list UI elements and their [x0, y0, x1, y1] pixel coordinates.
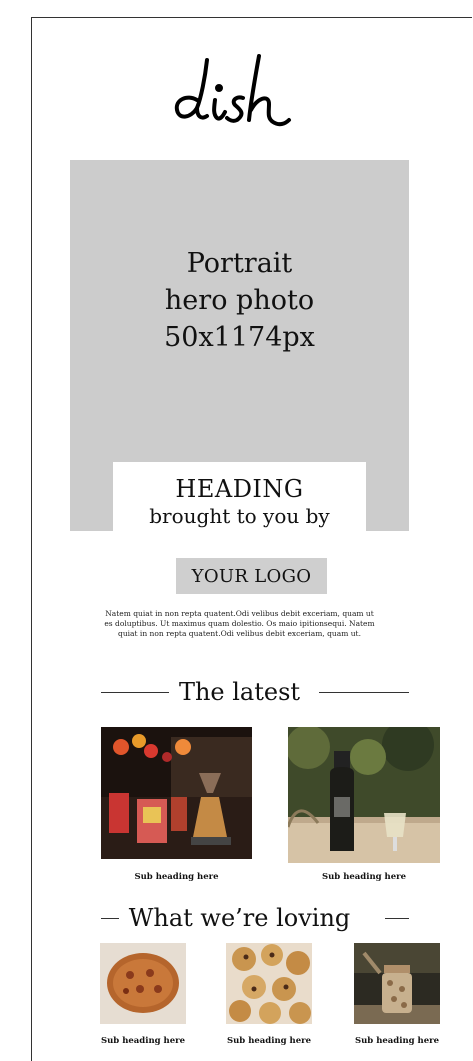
hero-heading-box: HEADING brought to you by — [113, 462, 366, 531]
loving-item-caption-1[interactable]: Sub heading here — [86, 1036, 200, 1046]
hero-photo-placeholder[interactable]: Portrait hero photo 50x1174px HEADING br… — [70, 160, 409, 531]
intro-line: quiat in non repta quatent.Odi velibus d… — [118, 629, 361, 638]
brand-logo[interactable] — [0, 38, 473, 137]
pizza-photo-icon — [100, 943, 186, 1024]
jar-photo-icon — [354, 943, 440, 1024]
hero-placeholder-line: hero photo — [164, 285, 315, 316]
hero-subheading: brought to you by — [149, 504, 330, 528]
wine-table-photo-icon — [288, 727, 440, 863]
loving-item-caption-2[interactable]: Sub heading here — [212, 1036, 326, 1046]
latest-item-image-2[interactable] — [288, 727, 440, 863]
loving-item-image-3[interactable] — [354, 943, 440, 1024]
cookies-photo-icon — [226, 943, 312, 1024]
latest-item-caption-1[interactable]: Sub heading here — [101, 872, 252, 882]
hero-placeholder-line: Portrait — [186, 248, 293, 279]
dish-script-logo-icon — [174, 54, 291, 127]
sponsor-logo-placeholder[interactable]: YOUR LOGO — [176, 558, 327, 594]
divider-line — [385, 918, 409, 919]
intro-paragraph: Natem quiat in non repta quatent.Odi vel… — [78, 609, 401, 639]
intro-line: Natem quiat in non repta quatent.Odi vel… — [105, 609, 374, 618]
coffee-bar-photo-icon — [101, 727, 252, 859]
section-latest-title: The latest — [70, 677, 409, 707]
hero-heading: HEADING — [175, 475, 304, 503]
intro-line: es doluptibus. Ut maximus quam dolestio.… — [104, 619, 375, 628]
loving-item-image-1[interactable] — [100, 943, 186, 1024]
loving-item-image-2[interactable] — [226, 943, 312, 1024]
loving-item-caption-3[interactable]: Sub heading here — [340, 1036, 454, 1046]
latest-item-image-1[interactable] — [101, 727, 252, 859]
section-loving-heading: What we’re loving — [118, 903, 361, 933]
latest-item-caption-2[interactable]: Sub heading here — [288, 872, 440, 882]
hero-placeholder-text: Portrait hero photo 50x1174px — [70, 245, 409, 356]
section-latest-heading: The latest — [168, 677, 311, 707]
hero-placeholder-line: 50x1174px — [164, 322, 315, 353]
divider-line — [319, 692, 409, 693]
section-loving-title: What we’re loving — [70, 903, 409, 933]
